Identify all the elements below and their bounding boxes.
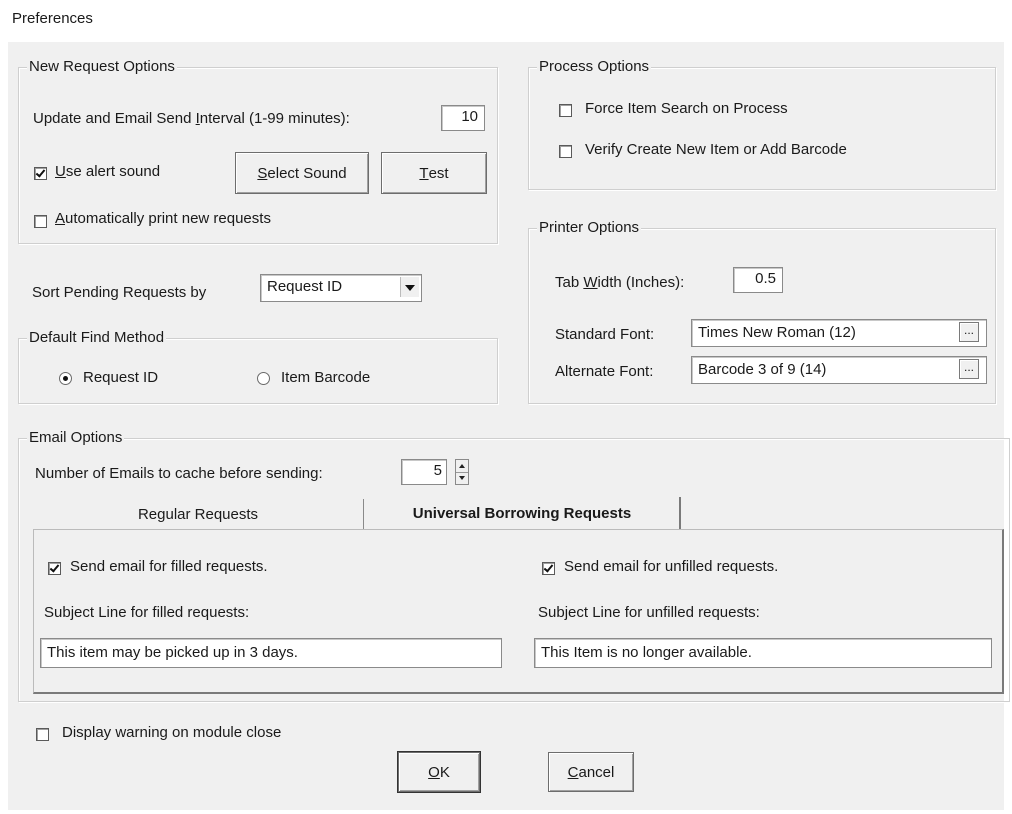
find-request-id-radio[interactable] xyxy=(59,372,72,385)
alternate-font-label: Alternate Font: xyxy=(555,363,654,380)
filled-email-label: Send email for filled requests. xyxy=(70,558,268,575)
unfilled-subject-label: Subject Line for unfilled requests: xyxy=(538,604,760,621)
new-request-options-legend: New Request Options xyxy=(27,58,177,76)
auto-print-label: Automatically print new requests xyxy=(55,210,271,227)
display-warning-label: Display warning on module close xyxy=(62,724,282,741)
use-alert-sound-label: Use alert sound xyxy=(55,163,161,180)
process-options-legend: Process Options xyxy=(537,58,652,76)
force-item-search-label: Force Item Search on Process xyxy=(585,100,788,117)
default-find-method-group: Default Find Method Request ID Item Barc… xyxy=(18,329,498,404)
default-find-method-legend: Default Find Method xyxy=(27,329,167,347)
email-options-group: Email Options Number of Emails to cache … xyxy=(18,429,1010,702)
use-alert-sound-checkbox[interactable] xyxy=(34,167,47,180)
standard-font-value: Times New Roman (12) xyxy=(698,324,856,341)
filled-subject-input[interactable]: This item may be picked up in 3 days. xyxy=(40,638,502,668)
preferences-dialog: New Request Options Update and Email Sen… xyxy=(8,42,1010,810)
tab-width-input[interactable]: 0.5 xyxy=(733,267,783,293)
standard-font-browse-button[interactable]: ... xyxy=(959,322,979,342)
standard-font-field[interactable]: Times New Roman (12) xyxy=(691,319,987,347)
display-warning-checkbox[interactable] xyxy=(36,728,49,741)
test-sound-button[interactable]: Test xyxy=(381,152,487,194)
ok-button[interactable]: OK xyxy=(398,752,480,792)
tab-regular-requests[interactable]: Regular Requests xyxy=(33,499,364,529)
filled-subject-label: Subject Line for filled requests: xyxy=(44,604,250,621)
email-options-legend: Email Options xyxy=(27,429,125,447)
email-cache-input[interactable]: 5 xyxy=(401,459,447,485)
printer-options-legend: Printer Options xyxy=(537,219,642,237)
sort-select-value: Request ID xyxy=(267,278,343,295)
select-sound-button[interactable]: Select Sound xyxy=(235,152,369,194)
alternate-font-value: Barcode 3 of 9 (14) xyxy=(698,361,827,378)
force-item-search-checkbox[interactable] xyxy=(559,104,572,117)
interval-input[interactable]: 10 xyxy=(441,105,485,131)
filled-email-checkbox[interactable] xyxy=(48,562,61,575)
new-request-options-group: New Request Options Update and Email Sen… xyxy=(18,58,498,244)
tab-universal-borrowing-requests[interactable]: Universal Borrowing Requests xyxy=(365,497,681,529)
interval-label: Update and Email Send Interval (1-99 min… xyxy=(33,110,350,127)
verify-create-checkbox[interactable] xyxy=(559,145,572,158)
process-options-group: Process Options Force Item Search on Pro… xyxy=(528,58,996,190)
unfilled-subject-input[interactable]: This Item is no longer available. xyxy=(534,638,992,668)
find-item-barcode-radio[interactable] xyxy=(257,372,270,385)
email-tab-panel: Send email for filled requests. Subject … xyxy=(33,529,1004,694)
alternate-font-field[interactable]: Barcode 3 of 9 (14) xyxy=(691,356,987,384)
chevron-down-icon[interactable] xyxy=(400,277,419,297)
unfilled-email-checkbox[interactable] xyxy=(542,562,555,575)
printer-options-group: Printer Options Tab Width (Inches): 0.5 … xyxy=(528,219,996,404)
find-item-barcode-label: Item Barcode xyxy=(281,369,371,386)
window-title: Preferences xyxy=(12,10,93,27)
alternate-font-browse-button[interactable]: ... xyxy=(959,359,979,379)
auto-print-checkbox[interactable] xyxy=(34,215,47,228)
email-cache-spinner[interactable] xyxy=(455,459,469,485)
spin-down-icon[interactable] xyxy=(456,472,468,484)
email-cache-label: Number of Emails to cache before sending… xyxy=(35,465,323,482)
sort-select[interactable]: Request ID xyxy=(260,274,422,302)
standard-font-label: Standard Font: xyxy=(555,326,655,343)
cancel-button[interactable]: Cancel xyxy=(548,752,634,792)
verify-create-label: Verify Create New Item or Add Barcode xyxy=(585,141,847,158)
sort-label: Sort Pending Requests by xyxy=(32,284,207,301)
tab-width-label: Tab Width (Inches): xyxy=(555,274,685,291)
unfilled-email-label: Send email for unfilled requests. xyxy=(564,558,779,575)
find-request-id-label: Request ID xyxy=(83,369,159,386)
